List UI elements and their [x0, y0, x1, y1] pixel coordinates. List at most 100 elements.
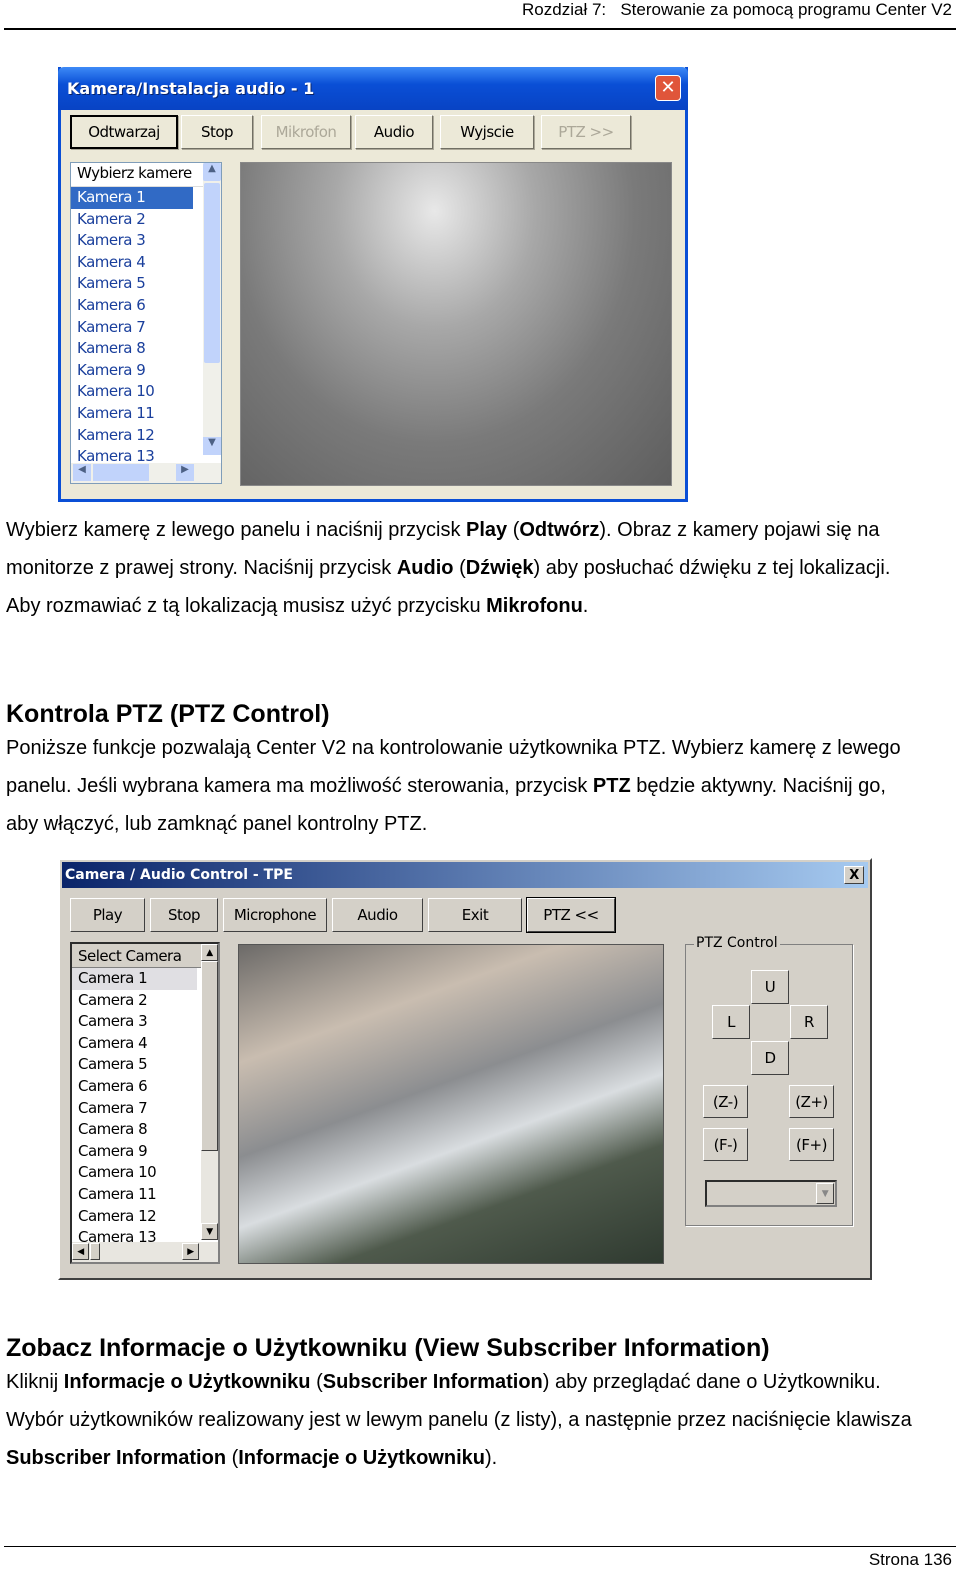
- window-title: Camera / Audio Control - TPE: [65, 867, 293, 883]
- scroll-right-icon[interactable]: ▶: [176, 464, 194, 481]
- focus-out-button[interactable]: (F-): [703, 1128, 748, 1161]
- text-line: panelu. Jeśli wybrana kamera ma możliwoś…: [6, 775, 886, 798]
- text-line: monitorze z prawej strony. Naciśnij przy…: [6, 557, 890, 580]
- text: będzie aktywny. Naciśnij go,: [630, 775, 886, 797]
- ptz-right-button[interactable]: R: [790, 1005, 828, 1039]
- toolbar-button-5[interactable]: PTZ <<: [526, 897, 616, 933]
- camera-list-item[interactable]: Kamera 4: [71, 252, 193, 274]
- ptz-up-button[interactable]: U: [751, 970, 789, 1004]
- hscroll-thumb[interactable]: [90, 1243, 100, 1260]
- camera-list-item[interactable]: Kamera 11: [71, 403, 193, 425]
- chapter-label: Rozdział 7:: [522, 0, 607, 19]
- scroll-left-icon[interactable]: ◀: [72, 1243, 89, 1260]
- toolbar-button-2[interactable]: Microphone: [223, 898, 327, 932]
- text: (: [507, 519, 520, 541]
- camera-list-item[interactable]: Camera 12: [72, 1206, 197, 1228]
- toolbar-button-0[interactable]: Play: [70, 898, 145, 932]
- camera-list-item[interactable]: Camera 3: [72, 1011, 197, 1033]
- vertical-scrollbar[interactable]: ▲ ▼: [203, 163, 221, 455]
- bold-text: Mikrofonu: [486, 595, 583, 617]
- camera-list-item[interactable]: Kamera 7: [71, 317, 193, 339]
- camera-list-item[interactable]: Camera 9: [72, 1141, 197, 1163]
- vertical-scrollbar[interactable]: ▲ ▼: [201, 944, 218, 1240]
- video-monitor: [238, 944, 664, 1264]
- section-heading-ptz: Kontrola PTZ (PTZ Control): [6, 700, 330, 728]
- text-line: Wybierz kamerę z lewego panelu i naciśni…: [6, 519, 879, 542]
- camera-list-item[interactable]: Camera 2: [72, 990, 197, 1012]
- preset-dropdown[interactable]: ▼: [705, 1180, 837, 1207]
- bold-text: Odtwórz: [519, 519, 600, 541]
- scroll-right-icon[interactable]: ▶: [182, 1243, 199, 1260]
- camera-list-item[interactable]: Camera 5: [72, 1054, 197, 1076]
- toolbar-button-4[interactable]: Wyjscie: [440, 115, 534, 149]
- zoom-in-button[interactable]: (Z+): [789, 1085, 834, 1118]
- camera-list-item[interactable]: Kamera 6: [71, 295, 193, 317]
- text: Poniższe funkcje pozwalają Center V2 na …: [6, 737, 901, 759]
- zoom-out-button[interactable]: (Z-): [703, 1085, 748, 1118]
- text: aby włączyć, lub zamknąć panel kontrolny…: [6, 813, 428, 835]
- bold-text: Subscriber Information: [6, 1447, 227, 1469]
- text: (: [453, 557, 466, 579]
- toolbar-button-3[interactable]: Audio: [355, 115, 433, 149]
- camera-list-item[interactable]: Kamera 2: [71, 209, 193, 231]
- toolbar-button-2[interactable]: Mikrofon: [261, 115, 351, 149]
- list-header: Wybierz kamere: [71, 163, 221, 187]
- camera-list-item[interactable]: Camera 8: [72, 1119, 197, 1141]
- scroll-down-icon[interactable]: ▼: [201, 1223, 218, 1240]
- camera-list-item[interactable]: Camera 6: [72, 1076, 197, 1098]
- text: ) aby posłuchać dźwięku z tej lokalizacj…: [533, 557, 891, 579]
- camera-list-item[interactable]: Camera 7: [72, 1098, 197, 1120]
- toolbar-button-1[interactable]: Stop: [181, 115, 253, 149]
- ptz-down-button[interactable]: D: [751, 1041, 789, 1075]
- close-button[interactable]: X: [844, 866, 864, 884]
- close-icon[interactable]: ✕: [655, 75, 681, 101]
- page-header: Rozdział 7: Sterowanie za pomocą program…: [522, 0, 952, 20]
- toolbar-button-5[interactable]: PTZ >>: [541, 115, 631, 149]
- focus-in-button[interactable]: (F+): [789, 1128, 834, 1161]
- bold-text: Audio: [396, 557, 454, 579]
- bold-text: Play: [466, 519, 508, 541]
- horizontal-scrollbar[interactable]: ◀ ▶: [72, 1242, 218, 1262]
- text: Kliknij: [6, 1371, 64, 1393]
- camera-list-item[interactable]: Camera 11: [72, 1184, 197, 1206]
- toolbar-button-3[interactable]: Audio: [332, 898, 423, 932]
- camera-list[interactable]: Select Camera Camera 1 Camera 2 Camera 3 Ca…: [70, 942, 220, 1264]
- scroll-down-icon[interactable]: ▼: [203, 437, 221, 455]
- camera-list-item[interactable]: Kamera 9: [71, 360, 193, 382]
- bold-text: Informacje o Użytkowniku: [238, 1447, 485, 1469]
- camera-list-item[interactable]: Camera 1: [72, 968, 197, 990]
- ptz-left-button[interactable]: L: [712, 1005, 750, 1039]
- text: Wybór użytkowników realizowany jest w le…: [6, 1409, 912, 1431]
- bold-text: Dźwięk: [465, 557, 534, 579]
- camera-list[interactable]: Wybierz kamere Kamera 1 Kamera 2 Kamera 3K…: [70, 162, 222, 484]
- toolbar-button-1[interactable]: Stop: [150, 898, 218, 932]
- list-header: Select Camera: [72, 944, 218, 968]
- toolbar-button-0[interactable]: Odtwarzaj: [70, 115, 178, 149]
- chevron-down-icon[interactable]: ▼: [816, 1183, 834, 1204]
- scroll-thumb[interactable]: [201, 961, 218, 1151]
- camera-list-item[interactable]: Kamera 5: [71, 273, 193, 295]
- camera-list-item[interactable]: Kamera 3: [71, 230, 193, 252]
- camera-list-item[interactable]: Kamera 1: [71, 187, 193, 209]
- toolbar-button-4[interactable]: Exit: [428, 898, 522, 932]
- bold-text: Informacje o Użytkowniku: [63, 1371, 311, 1393]
- scroll-left-icon[interactable]: ◀: [73, 464, 91, 481]
- scroll-thumb[interactable]: [204, 183, 220, 363]
- horizontal-scrollbar[interactable]: ◀ ▶: [71, 463, 221, 483]
- text: .: [582, 595, 589, 617]
- camera-list-item[interactable]: Kamera 12: [71, 425, 193, 447]
- scroll-up-icon[interactable]: ▲: [201, 944, 218, 961]
- window-title: Kamera/Instalacja audio - 1: [67, 79, 315, 98]
- scroll-up-icon[interactable]: ▲: [203, 163, 221, 181]
- text: (: [310, 1371, 323, 1393]
- camera-list-item[interactable]: Kamera 10: [71, 381, 193, 403]
- footer-rule: [4, 1546, 956, 1547]
- text-line: Poniższe funkcje pozwalają Center V2 na …: [6, 737, 901, 760]
- camera-list-item[interactable]: Kamera 8: [71, 338, 193, 360]
- text: panelu. Jeśli wybrana kamera ma możliwoś…: [6, 775, 593, 797]
- hscroll-thumb[interactable]: [93, 464, 149, 481]
- camera-list-item[interactable]: Camera 4: [72, 1033, 197, 1055]
- video-monitor: [240, 162, 672, 486]
- camera-list-item[interactable]: Camera 10: [72, 1162, 197, 1184]
- text-line: Wybór użytkowników realizowany jest w le…: [6, 1409, 912, 1432]
